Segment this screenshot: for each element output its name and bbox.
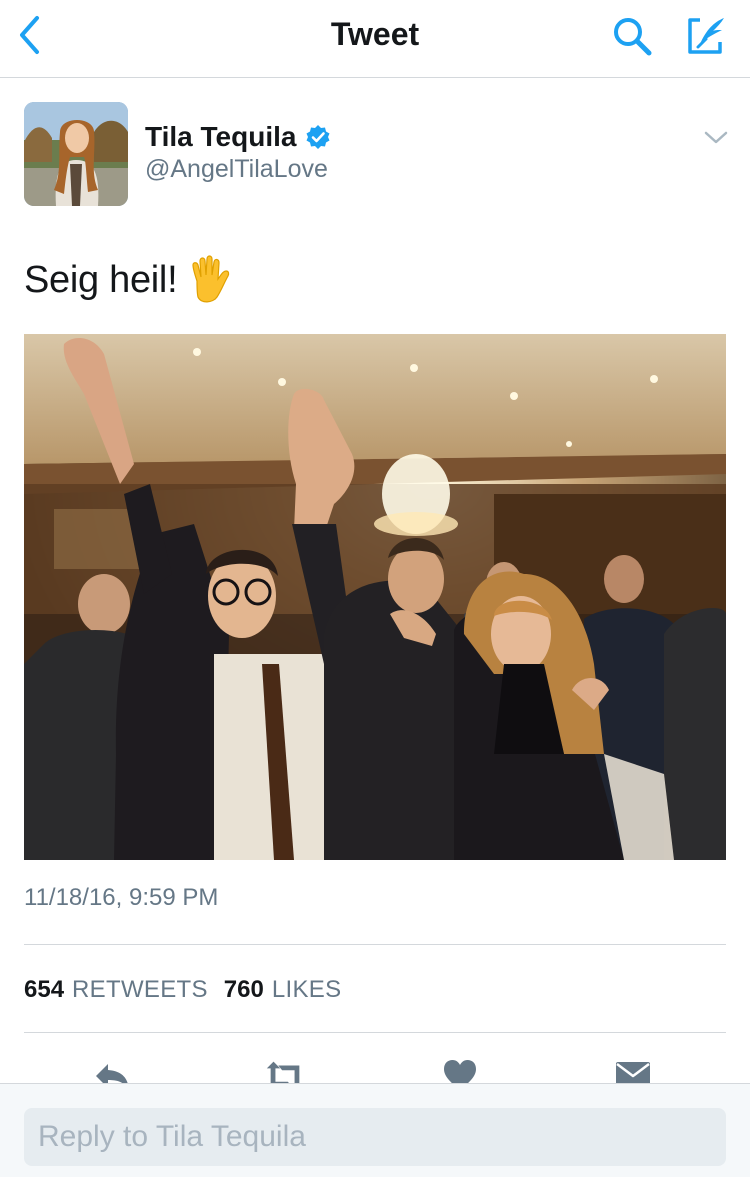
author-name[interactable]: Tila Tequila (145, 120, 331, 154)
avatar[interactable] (24, 102, 128, 206)
tweet-detail-screen: Tweet Tila Tequila @AngelTilaLove Seig h… (0, 0, 750, 1177)
divider (24, 944, 726, 945)
retweets-count: 654 (24, 976, 65, 1003)
verified-badge-icon (306, 125, 330, 149)
tweet-photo-image (24, 334, 726, 860)
tweet-stats: 654 RETWEETS 760 LIKES (24, 974, 357, 1006)
likes-count: 760 (223, 976, 264, 1003)
raised-hand-icon (192, 255, 230, 303)
tweet-photo[interactable] (24, 334, 726, 860)
compose-icon (688, 18, 724, 54)
tweet-options-button[interactable] (700, 125, 732, 151)
reply-input[interactable] (24, 1108, 726, 1166)
retweets-label: RETWEETS (72, 976, 208, 1003)
divider (24, 1032, 726, 1033)
navigation-bar: Tweet (0, 0, 750, 78)
author-name-label: Tila Tequila (145, 121, 297, 152)
compose-button[interactable] (678, 8, 734, 64)
chevron-down-icon (704, 131, 728, 144)
author-handle[interactable]: @AngelTilaLove (145, 155, 328, 184)
tweet-text: Seig heil! (24, 252, 233, 308)
search-button[interactable] (606, 10, 658, 62)
tweet-timestamp: 11/18/16, 9:59 PM (24, 884, 219, 911)
likes-stat[interactable]: 760 LIKES (224, 976, 342, 1004)
avatar-image (24, 102, 128, 206)
reply-bar (0, 1083, 750, 1177)
search-icon (614, 18, 652, 56)
retweets-stat[interactable]: 654 RETWEETS (24, 976, 208, 1004)
tweet-text-content: Seig heil! (24, 258, 178, 301)
likes-label: LIKES (271, 976, 342, 1003)
